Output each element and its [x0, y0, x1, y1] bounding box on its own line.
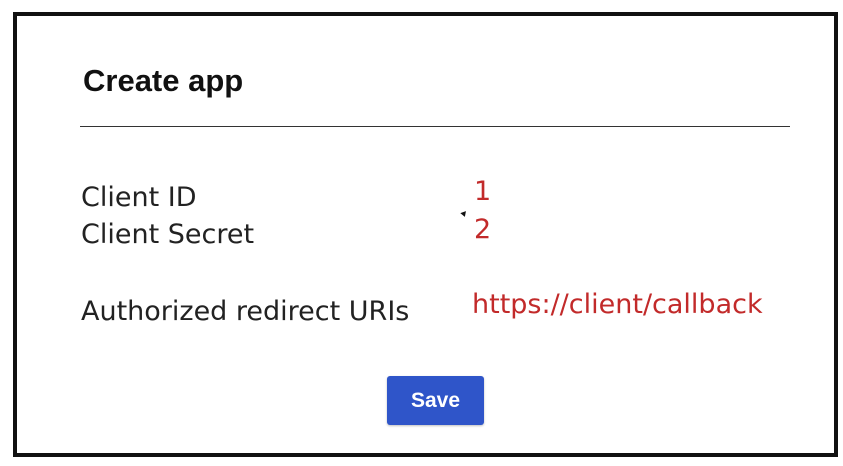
save-button[interactable]: Save [387, 376, 484, 425]
client-secret-label: Client Secret [81, 219, 255, 250]
redirect-uri-value: https://client/callback [472, 289, 763, 320]
dialog-title: Create app [83, 63, 244, 98]
client-secret-value: 2 [474, 214, 492, 245]
client-id-label: Client ID [81, 182, 197, 213]
redirect-uris-label: Authorized redirect URIs [81, 296, 410, 327]
create-app-dialog: Create app Client ID Client Secret Autho… [13, 12, 838, 457]
mouse-cursor-icon [460, 211, 468, 218]
client-id-value: 1 [474, 176, 492, 207]
title-divider [80, 126, 790, 127]
